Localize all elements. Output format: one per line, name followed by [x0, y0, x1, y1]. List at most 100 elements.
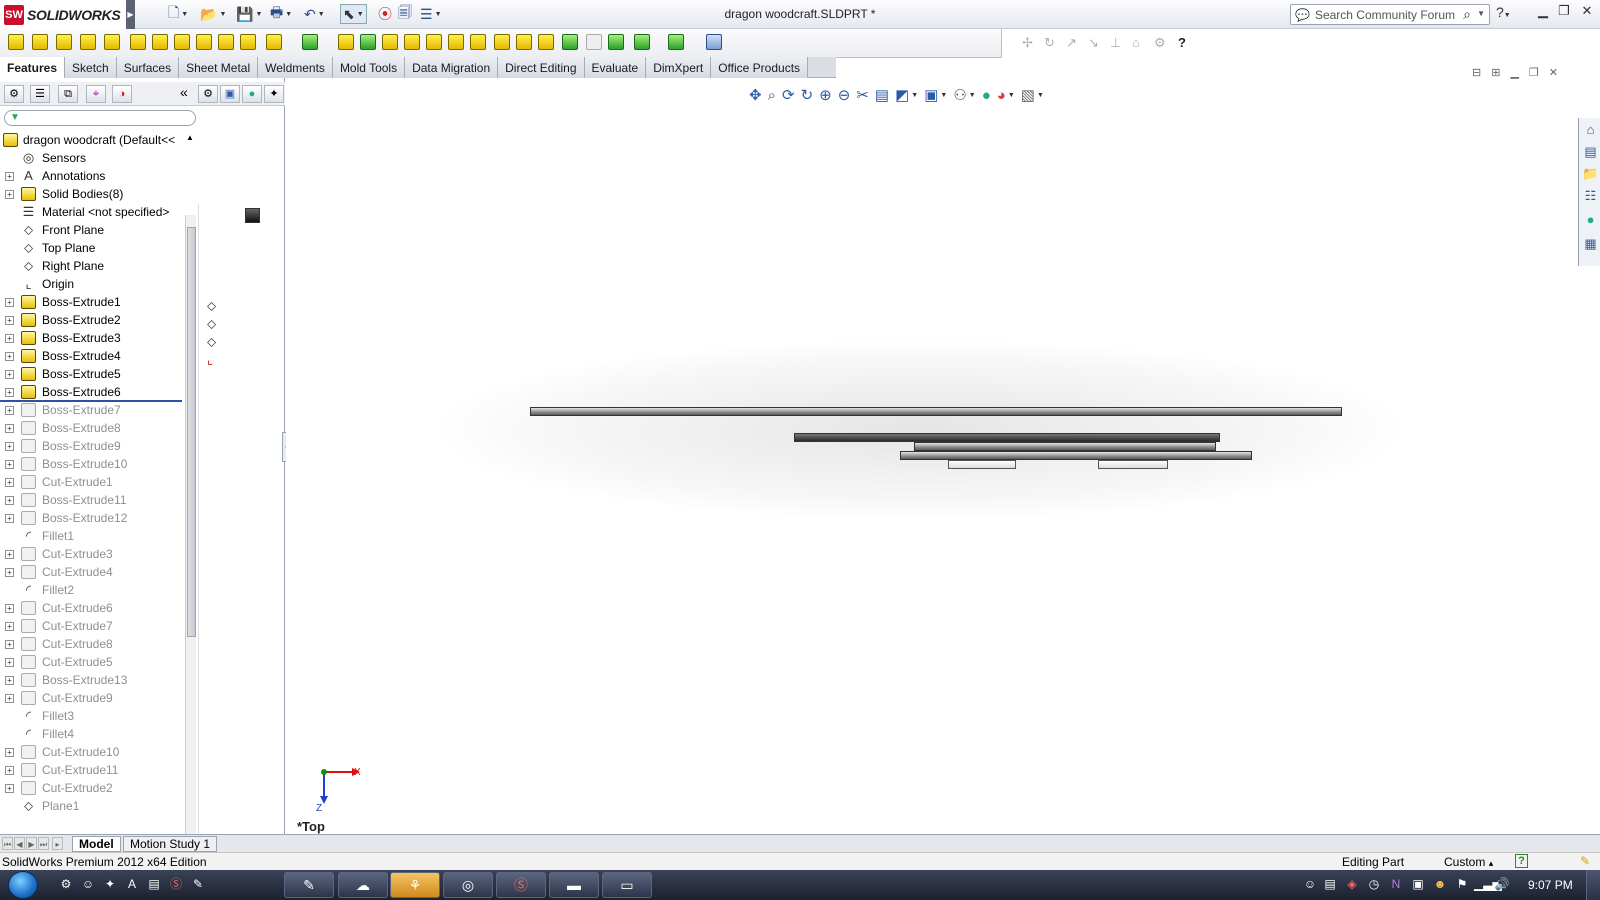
prev-tab-icon[interactable]: ◀: [14, 837, 25, 850]
tree-item[interactable]: + Cut-Extrude11: [0, 761, 184, 779]
tool-icon[interactable]: ✦: [102, 876, 118, 892]
boundary-cut-icon[interactable]: [240, 34, 256, 50]
extruded-boss-icon[interactable]: [8, 34, 24, 50]
extruded-cut-icon[interactable]: [130, 34, 146, 50]
expand-icon[interactable]: +: [5, 172, 14, 181]
swept-cut-icon[interactable]: [196, 34, 212, 50]
deform-icon[interactable]: [470, 34, 486, 50]
taskbar-app-2[interactable]: ☁: [338, 872, 388, 898]
line-icon[interactable]: ↗: [1066, 35, 1077, 51]
tree-item[interactable]: ◜ Fillet1: [0, 527, 184, 545]
rebuild-status-icon[interactable]: ✎: [1580, 854, 1590, 868]
quicklaunch-icon[interactable]: ⚙: [58, 876, 74, 892]
tree-item[interactable]: + Boss-Extrude6: [0, 383, 184, 401]
home-icon[interactable]: ⌂: [1582, 122, 1599, 138]
expand-icon[interactable]: +: [5, 478, 14, 487]
view-settings-icon[interactable]: ⚇: [953, 86, 966, 104]
boundary-boss-icon[interactable]: [104, 34, 120, 50]
appearances-scenes-icon[interactable]: ●: [1582, 212, 1599, 228]
taskbar-app-1[interactable]: ✎: [284, 872, 334, 898]
scene-icon[interactable]: ✦: [264, 85, 284, 103]
model-body-foot-left[interactable]: [948, 460, 1016, 469]
close-icon[interactable]: ✕: [1576, 3, 1598, 23]
tree-item[interactable]: + Boss-Extrude3: [0, 329, 184, 347]
design-library-icon[interactable]: ▤: [1582, 144, 1599, 160]
chevron-down-icon[interactable]: ▼: [1477, 9, 1485, 18]
appearance-icon[interactable]: ●: [242, 85, 262, 103]
split-icon[interactable]: [562, 34, 578, 50]
motor-icon[interactable]: ⌂: [1132, 35, 1140, 50]
expand-icon[interactable]: +: [5, 658, 14, 667]
instant3d-icon[interactable]: [706, 34, 722, 50]
graphics-area[interactable]: ✥ ⌕ ⟳ ↻ ⊕ ⊖ ✂ ▤ ◩ ▼ ▣ ▼ ⚇ ▼ ● ◕ ▼ ▧ ▼ X …: [286, 67, 1586, 834]
print-button[interactable]: 🖶 ▼: [270, 4, 292, 24]
tree-item[interactable]: + Boss-Extrude13: [0, 671, 184, 689]
tab-dimxpert[interactable]: DimXpert: [646, 57, 712, 78]
tree-item[interactable]: + Cut-Extrude3: [0, 545, 184, 563]
expand-icon[interactable]: +: [5, 190, 14, 199]
taskbar-solidworks[interactable]: Ⓢ: [496, 872, 546, 898]
expand-icon[interactable]: +: [5, 748, 14, 757]
tab-office-products[interactable]: Office Products: [711, 57, 809, 78]
revolved-cut-icon[interactable]: [174, 34, 190, 50]
tray-clock-icon[interactable]: ◷: [1366, 876, 1382, 892]
expand-icon[interactable]: +: [5, 568, 14, 577]
arrow-icon[interactable]: ↘: [1088, 35, 1099, 51]
restore-icon[interactable]: ❐: [1553, 3, 1575, 23]
pan-icon[interactable]: ✥: [749, 86, 762, 104]
expand-icon[interactable]: +: [5, 460, 14, 469]
save-button[interactable]: 💾 ▼: [236, 4, 262, 24]
tree-item[interactable]: ◜ Fillet2: [0, 581, 184, 599]
expand-icon[interactable]: +: [5, 388, 14, 397]
expand-icon[interactable]: +: [5, 370, 14, 379]
tree-item[interactable]: + A Annotations: [0, 167, 184, 185]
doc-minimize-icon[interactable]: ▁: [1510, 66, 1518, 79]
tree-item[interactable]: + Cut-Extrude1: [0, 473, 184, 491]
tree-item[interactable]: + Cut-Extrude9: [0, 689, 184, 707]
quick-tips-icon[interactable]: ?: [1515, 854, 1528, 868]
expand-icon[interactable]: +: [5, 604, 14, 613]
whats-this-icon[interactable]: ?: [1178, 35, 1186, 50]
expand-icon[interactable]: +: [5, 442, 14, 451]
expand-icon[interactable]: +: [5, 352, 14, 361]
tab-mold-tools[interactable]: Mold Tools: [332, 57, 406, 78]
expand-icon[interactable]: +: [5, 676, 14, 685]
tray-onenote-icon[interactable]: N: [1388, 876, 1404, 892]
cube-view-icon[interactable]: ▣: [220, 85, 240, 103]
tab-features[interactable]: Features: [0, 57, 66, 78]
expand-icon[interactable]: +: [5, 514, 14, 523]
tree-item[interactable]: ⬦ Plane1: [0, 797, 184, 815]
revolved-boss-icon[interactable]: [32, 34, 48, 50]
tray-volume-icon[interactable]: 🔊: [1494, 876, 1510, 892]
linear-pattern-icon[interactable]: [302, 34, 318, 50]
tab-evaluate[interactable]: Evaluate: [584, 57, 647, 78]
solidworks-logo[interactable]: SW SOLIDWORKS: [0, 0, 128, 29]
menu-expand-arrow-icon[interactable]: ▶: [126, 0, 135, 29]
tree-item[interactable]: + Cut-Extrude7: [0, 617, 184, 635]
intersect-icon[interactable]: [516, 34, 532, 50]
hide-show-items-icon[interactable]: ▣: [924, 86, 938, 104]
section-view-icon[interactable]: ✂: [856, 86, 869, 104]
model-body-layer-2[interactable]: [794, 433, 1220, 442]
taskbar-app-4[interactable]: ◎: [443, 872, 493, 898]
tree-item[interactable]: + Boss-Extrude4: [0, 347, 184, 365]
property-manager-icon[interactable]: ☰: [30, 85, 50, 103]
expand-icon[interactable]: +: [5, 334, 14, 343]
tab-surfaces[interactable]: Surfaces: [116, 57, 180, 78]
search-input[interactable]: 💬 Search Community Forum ⌕ ▼: [1290, 4, 1490, 25]
rebuild-button[interactable]: ⦿: [378, 4, 392, 24]
expand-icon[interactable]: +: [5, 496, 14, 505]
viewport-layout-icon[interactable]: ⊟: [1472, 66, 1481, 79]
model-body-foot-right[interactable]: [1098, 460, 1168, 469]
model-body-top-plate[interactable]: [530, 407, 1342, 416]
expand-icon[interactable]: +: [5, 298, 14, 307]
edit-appearance-icon[interactable]: ●: [982, 87, 991, 104]
tab-data-migration[interactable]: Data Migration: [405, 57, 499, 78]
tab-model[interactable]: Model: [72, 836, 121, 852]
draft-icon[interactable]: [360, 34, 376, 50]
solidworks-quicklaunch-icon[interactable]: Ⓢ: [168, 876, 184, 892]
freeform-icon[interactable]: [608, 34, 624, 50]
tree-item[interactable]: ⬦ Front Plane: [0, 221, 184, 239]
help-button[interactable]: ?▼: [1496, 4, 1511, 20]
tree-item[interactable]: + Solid Bodies(8): [0, 185, 184, 203]
